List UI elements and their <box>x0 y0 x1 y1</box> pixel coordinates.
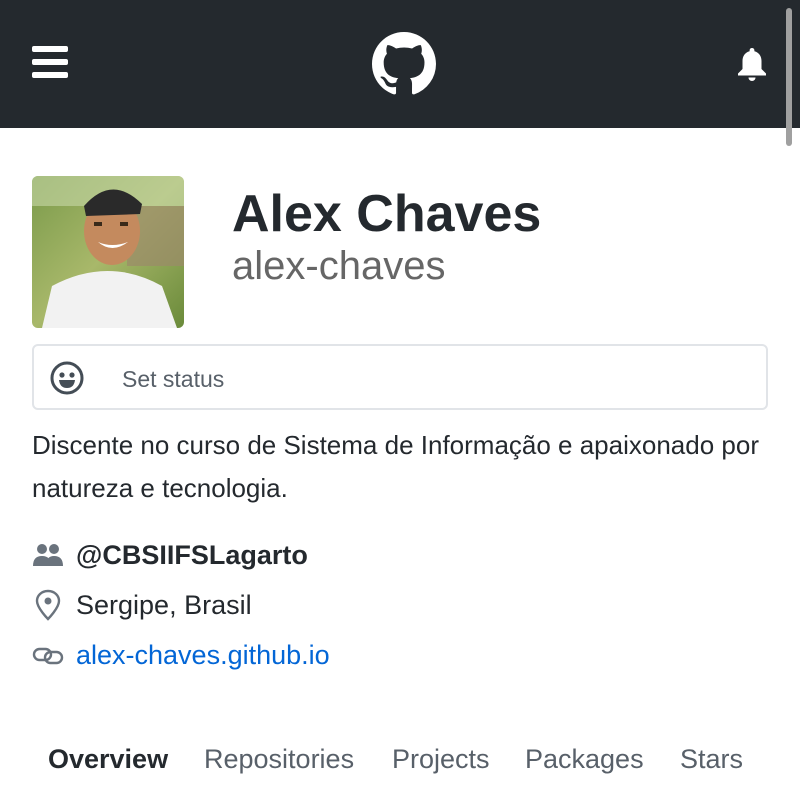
tab-repositories[interactable]: Repositories <box>204 744 354 775</box>
organization-item[interactable]: @CBSIIFSLagarto <box>32 535 532 575</box>
tab-stars[interactable]: Stars <box>680 744 743 775</box>
notification-bell-icon[interactable] <box>736 46 768 82</box>
hamburger-menu-icon[interactable] <box>32 46 68 78</box>
tab-overview[interactable]: Overview <box>48 744 168 775</box>
tab-packages[interactable]: Packages <box>525 744 644 775</box>
location-pin-icon <box>35 589 61 621</box>
profile-bio: Discente no curso de Sistema de Informaç… <box>32 430 759 503</box>
location-item: Sergipe, Brasil <box>32 585 532 625</box>
avatar[interactable] <box>32 176 184 328</box>
github-logo-icon[interactable] <box>372 32 436 96</box>
set-status-button[interactable]: Set status <box>32 344 768 410</box>
app-header <box>0 0 800 128</box>
profile-tabs: Overview Repositories Projects Packages … <box>32 740 772 784</box>
location-label: Sergipe, Brasil <box>76 590 252 620</box>
profile-name: Alex Chaves <box>232 185 542 243</box>
set-status-label: Set status <box>122 366 225 392</box>
profile-username: alex-chaves <box>232 244 446 288</box>
scrollbar[interactable] <box>786 8 792 146</box>
website-item[interactable]: alex-chaves.github.io <box>32 635 532 675</box>
tab-projects[interactable]: Projects <box>392 744 490 775</box>
profile-photo <box>32 176 184 328</box>
link-icon <box>32 647 64 665</box>
people-icon <box>33 544 63 566</box>
smiley-icon <box>50 361 84 395</box>
organization-label: @CBSIIFSLagarto <box>76 540 308 570</box>
website-link[interactable]: alex-chaves.github.io <box>76 640 330 671</box>
